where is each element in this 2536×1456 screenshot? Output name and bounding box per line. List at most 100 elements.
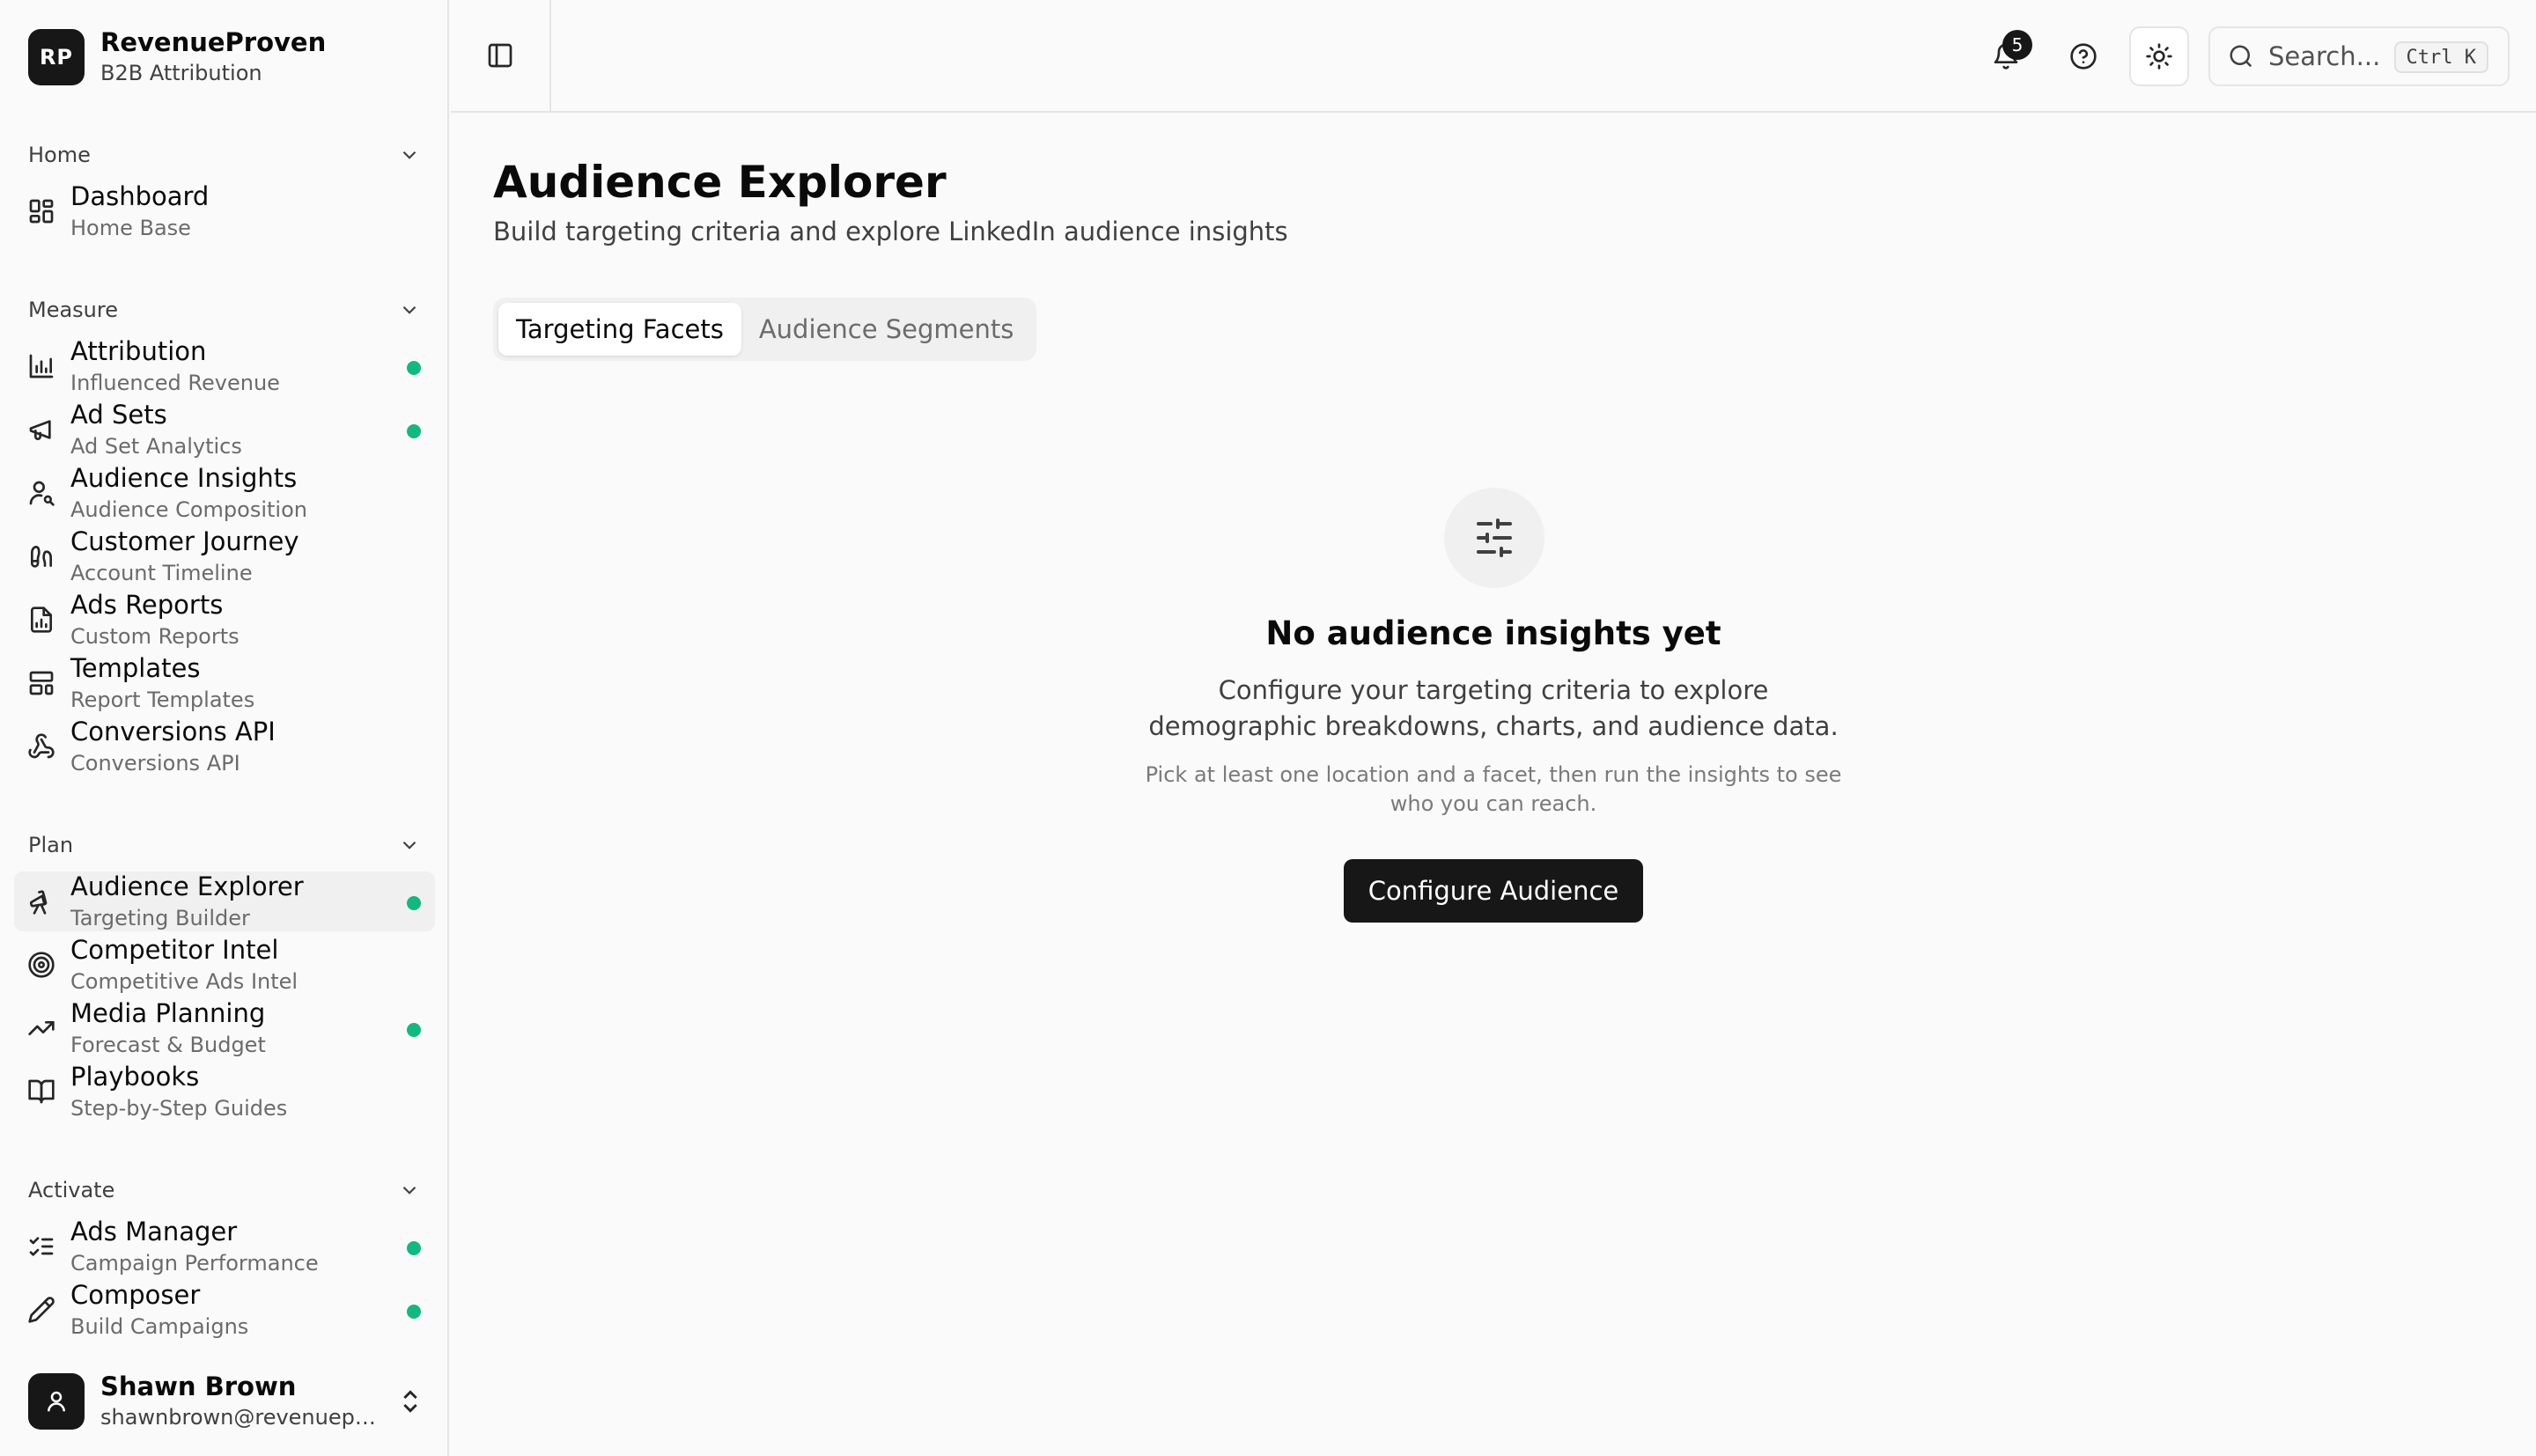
group-label-plan: Plan: [28, 833, 74, 857]
sidebar-item-media-planning[interactable]: Media Planning Forecast & Budget: [14, 998, 435, 1058]
sun-icon: [2146, 43, 2172, 70]
sidebar-item-title: Ad Sets: [70, 400, 167, 430]
sidebar-item-subtitle: Home Base: [70, 216, 191, 240]
app-root: RP RevenueProven B2B Attribution Home Da…: [0, 0, 2536, 1456]
tab-list: Targeting Facets Audience Segments: [493, 298, 1037, 361]
user-email: shawnbrown@revenueproven.com: [100, 1405, 382, 1430]
sidebar-item-subtitle: Account Timeline: [70, 561, 253, 585]
sidebar-item-subtitle: Conversions API: [70, 751, 240, 776]
sidebar-item-title: Dashboard: [70, 181, 210, 211]
sidebar-toggle-button[interactable]: [451, 0, 551, 111]
sidebar-item-subtitle: Campaign Performance: [70, 1251, 319, 1276]
sidebar-item-composer[interactable]: Composer Build Campaigns: [14, 1280, 435, 1340]
chevrons-up-down-icon: [396, 1387, 424, 1416]
sidebar-item-subtitle: Custom Reports: [70, 624, 240, 649]
target-icon: [26, 950, 56, 980]
user-name: Shawn Brown: [100, 1371, 297, 1401]
brand[interactable]: RP RevenueProven B2B Attribution: [28, 26, 326, 88]
sidebar-item-title: Audience Insights: [70, 463, 298, 493]
empty-state-icon-wrapper: [1444, 488, 1544, 588]
sidebar-item-attribution[interactable]: Attribution Influenced Revenue: [14, 336, 435, 396]
group-activate-toggle[interactable]: Activate: [28, 1173, 421, 1208]
empty-state-title: No audience insights yet: [1265, 614, 1721, 652]
brand-subtitle: B2B Attribution: [100, 61, 262, 85]
sidebar-item-subtitle: Build Campaigns: [70, 1314, 249, 1339]
status-dot: [407, 424, 421, 438]
search-shortcut: Ctrl K: [2393, 41, 2488, 73]
search-icon: [2230, 45, 2252, 68]
grid-icon: [26, 196, 56, 226]
sidebar-item-subtitle: Forecast & Budget: [70, 1033, 266, 1057]
telescope-icon: [26, 886, 56, 916]
sidebar-item-audience-explorer[interactable]: Audience Explorer Targeting Builder: [14, 871, 435, 931]
tab-targeting-facets[interactable]: Targeting Facets: [498, 303, 741, 356]
sidebar-item-dashboard[interactable]: Dashboard Home Base: [14, 181, 435, 241]
top-bar: 5 Search... Ctrl K: [451, 0, 2536, 113]
help-circle-icon: [2070, 43, 2097, 70]
sidebar-item-subtitle: Ad Set Analytics: [70, 434, 242, 459]
configure-audience-button[interactable]: Configure Audience: [1344, 859, 1643, 923]
book-open-icon: [26, 1077, 56, 1107]
notification-count-badge: 5: [2002, 30, 2032, 60]
status-dot: [407, 1023, 421, 1037]
group-home-toggle[interactable]: Home: [28, 137, 421, 173]
sidebar-item-audience-insights[interactable]: Audience Insights Audience Composition: [14, 463, 435, 523]
group-label-home: Home: [28, 143, 91, 167]
sidebar-item-subtitle: Report Templates: [70, 688, 255, 712]
sidebar-item-playbooks[interactable]: Playbooks Step-by-Step Guides: [14, 1062, 435, 1121]
sidebar-item-title: Playbooks: [70, 1062, 200, 1092]
megaphone-icon: [26, 415, 56, 445]
sidebar-item-title: Attribution: [70, 336, 207, 366]
status-dot: [407, 896, 421, 910]
sidebar-item-subtitle: Step-by-Step Guides: [70, 1096, 288, 1121]
theme-toggle-button[interactable]: [2129, 26, 2189, 86]
sidebar: RP RevenueProven B2B Attribution Home Da…: [0, 0, 449, 1456]
empty-state-hint: Pick at least one location and a facet, …: [1145, 762, 1842, 816]
notifications-button[interactable]: 5: [1976, 26, 2036, 86]
search-placeholder: Search...: [2268, 41, 2381, 71]
brand-name: RevenueProven: [100, 27, 327, 57]
list-checks-icon: [26, 1232, 56, 1261]
sidebar-item-competitor-intel[interactable]: Competitor Intel Competitive Ads Intel: [14, 935, 435, 995]
user-icon: [48, 1391, 65, 1412]
sidebar-item-title: Competitor Intel: [70, 935, 279, 965]
bar-chart-icon: [26, 351, 56, 381]
sidebar-item-title: Composer: [70, 1280, 201, 1310]
sidebar-item-templates[interactable]: Templates Report Templates: [14, 653, 435, 713]
sidebar-item-subtitle: Influenced Revenue: [70, 371, 280, 395]
sidebar-item-ad-sets[interactable]: Ad Sets Ad Set Analytics: [14, 400, 435, 460]
status-dot: [407, 1241, 421, 1255]
empty-state-description: Configure your targeting criteria to exp…: [1148, 675, 1839, 741]
chevron-down-icon: [402, 841, 417, 849]
sidebar-item-conversions-api[interactable]: Conversions API Conversions API: [14, 717, 435, 776]
group-plan-toggle[interactable]: Plan: [28, 827, 421, 863]
tab-audience-segments[interactable]: Audience Segments: [741, 303, 1032, 356]
user-menu[interactable]: Shawn Brown shawnbrown@revenueproven.com: [28, 1371, 424, 1431]
sidebar-item-title: Ads Manager: [70, 1217, 238, 1246]
group-label-measure: Measure: [28, 298, 118, 322]
sidebar-item-subtitle: Competitive Ads Intel: [70, 969, 299, 994]
layout-template-icon: [26, 668, 56, 698]
help-button[interactable]: [2053, 26, 2113, 86]
sidebar-item-ads-manager[interactable]: Ads Manager Campaign Performance: [14, 1217, 435, 1276]
brand-logo: RP: [28, 29, 85, 85]
status-dot: [407, 361, 421, 375]
search-input[interactable]: Search... Ctrl K: [2208, 26, 2510, 86]
chevron-down-icon: [402, 305, 417, 314]
status-dot: [407, 1305, 421, 1319]
page-subtitle: Build targeting criteria and explore Lin…: [493, 217, 1288, 246]
user-search-icon: [26, 478, 56, 508]
trending-up-icon: [26, 1013, 56, 1043]
page-title: Audience Explorer: [493, 157, 947, 208]
group-label-activate: Activate: [28, 1178, 115, 1202]
chevron-down-icon: [402, 151, 417, 159]
panel-left-icon: [488, 43, 512, 68]
sidebar-item-customer-journey[interactable]: Customer Journey Account Timeline: [14, 526, 435, 586]
sidebar-item-title: Customer Journey: [70, 526, 299, 556]
sidebar-item-ads-reports[interactable]: Ads Reports Custom Reports: [14, 590, 435, 650]
sidebar-item-subtitle: Targeting Builder: [70, 906, 250, 930]
footprints-icon: [26, 541, 56, 571]
sliders-horizontal-icon: [1477, 518, 1512, 557]
group-measure-toggle[interactable]: Measure: [28, 292, 421, 327]
sidebar-item-title: Ads Reports: [70, 590, 224, 620]
